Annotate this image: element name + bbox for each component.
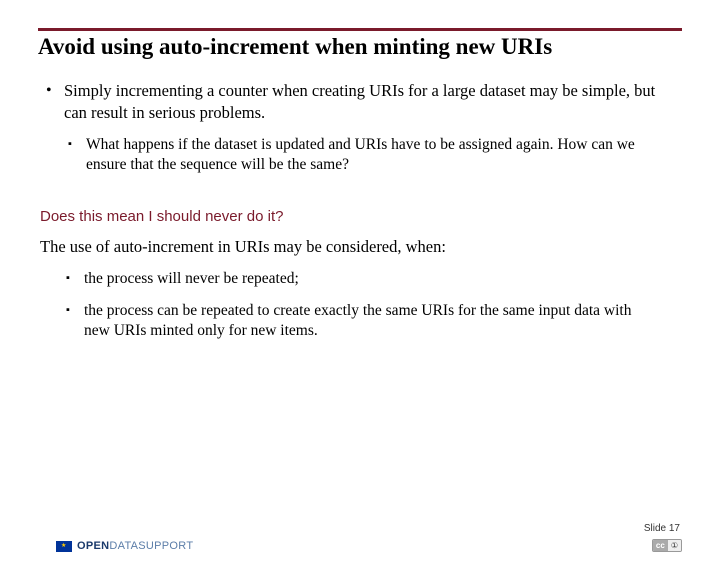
bullet-main: Simply incrementing a counter when creat…	[42, 80, 678, 176]
bullet-list: Simply incrementing a counter when creat…	[42, 80, 678, 176]
bullet-main-text: Simply incrementing a counter when creat…	[64, 81, 655, 122]
condition-item: the process will never be repeated;	[62, 269, 660, 289]
body-line: The use of auto-increment in URIs may be…	[40, 237, 678, 257]
title-block: Avoid using auto-increment when minting …	[38, 28, 682, 62]
brand-text: OPENDATASUPPORT	[77, 540, 193, 552]
content-area: Simply incrementing a counter when creat…	[42, 80, 678, 176]
slide: Avoid using auto-increment when minting …	[0, 28, 720, 568]
cc-badge: cc	[653, 540, 668, 551]
bullet-sublist: What happens if the dataset is updated a…	[64, 135, 678, 175]
brand-logo: OPENDATASUPPORT	[56, 540, 193, 552]
question-line: Does this mean I should never do it?	[40, 208, 678, 225]
brand-open: OPEN	[77, 540, 109, 552]
conditions-list: the process will never be repeated; the …	[62, 269, 660, 341]
footer: OPENDATASUPPORT Slide 17 cc ①	[0, 528, 720, 554]
condition-item: the process can be repeated to create ex…	[62, 301, 660, 341]
cc-by-icon: ①	[668, 540, 681, 551]
eu-flag-icon	[56, 541, 72, 552]
brand-data: DATA	[109, 540, 138, 552]
slide-title: Avoid using auto-increment when minting …	[38, 33, 682, 62]
bullet-sub: What happens if the dataset is updated a…	[64, 135, 678, 175]
slide-number: Slide 17	[644, 523, 680, 534]
cc-license-icon: cc ①	[652, 539, 682, 552]
brand-support: SUPPORT	[138, 540, 193, 552]
